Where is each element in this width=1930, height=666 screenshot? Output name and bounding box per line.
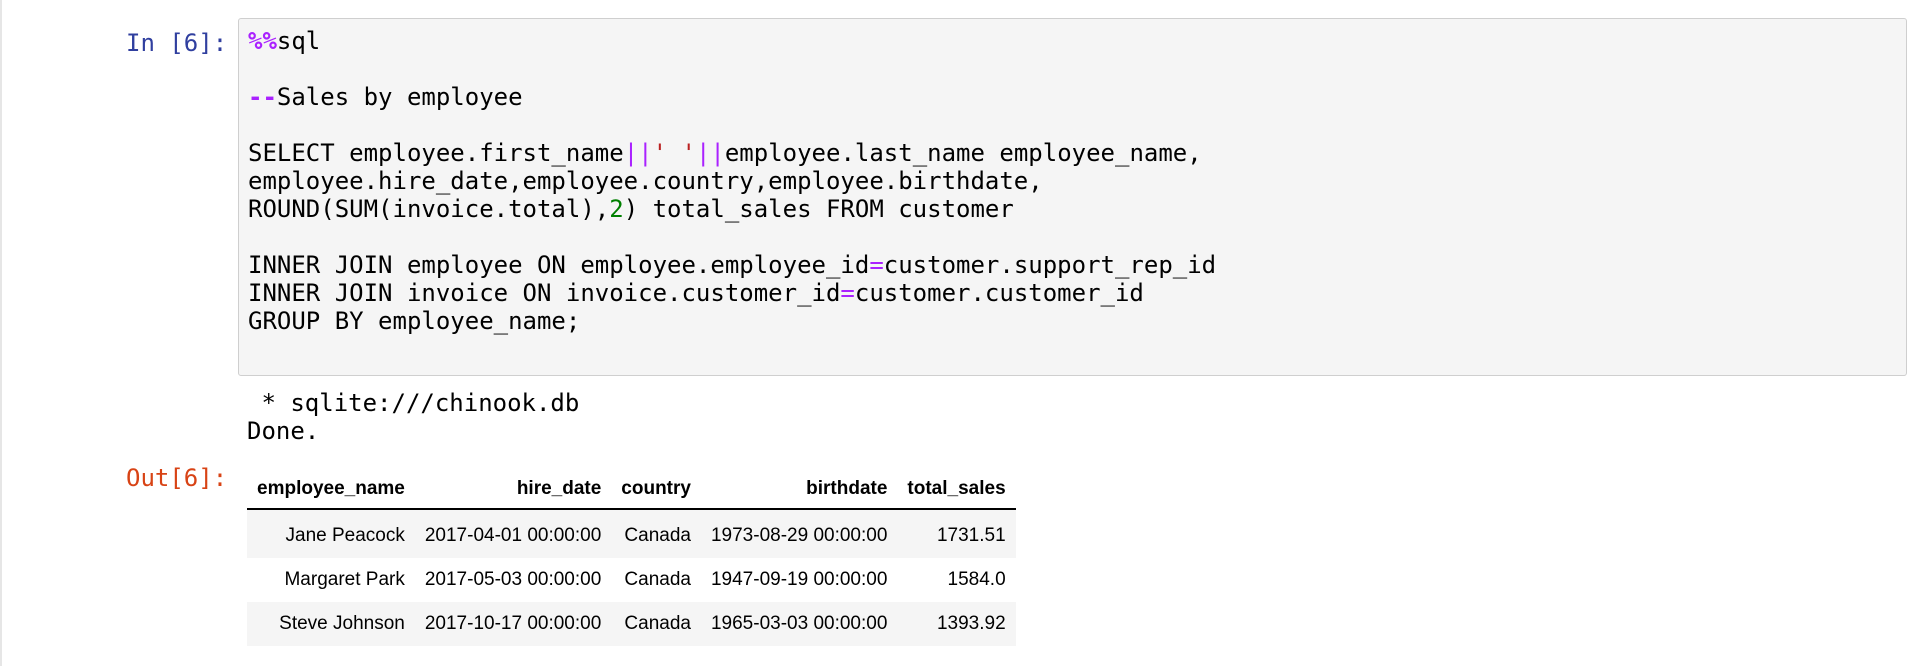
code-token: Sales by employee: [276, 83, 523, 111]
table-cell: 1731.51: [897, 509, 1016, 558]
table-cell: 1584.0: [947, 569, 1006, 590]
table-row: Steve Johnson 2017-10-17 00:00:00 Canada 19…: [247, 602, 1016, 646]
code-cell-editor[interactable]: %%sql --Sales by employee SELECT employee.…: [238, 18, 1907, 376]
table-row: Margaret Park 2017-05-03 00:00:00 Canada 19…: [247, 558, 1016, 602]
code-token: customer.customer_id: [854, 279, 1144, 307]
cell-stdout: * sqlite:///chinook.db Done.: [247, 389, 579, 445]
code-token: --: [248, 83, 277, 111]
table-cell: Canada: [611, 602, 701, 646]
code-token: ' ': [652, 139, 696, 167]
code-token: INNER JOIN employee ON employee.employee…: [248, 251, 870, 279]
code-token: employee.last_name employee_name,: [724, 139, 1202, 167]
code-token: ROUND(SUM(invoice.total),: [248, 195, 610, 223]
code-token: INNER JOIN invoice ON invoice.customer_i…: [248, 279, 841, 307]
code-line: GROUP BY employee_name;: [248, 307, 1216, 335]
code-line: %%sql: [248, 27, 1216, 55]
code-token: GROUP BY employee_name;: [248, 307, 581, 335]
code-token: =: [869, 251, 884, 279]
stdout-line: Done.: [247, 417, 320, 445]
code-line: SELECT employee.first_name||' '||employe…: [248, 139, 1216, 167]
stdout-line: * sqlite:///chinook.db: [247, 389, 580, 417]
table-cell: 1965-03-03 00:00:00: [700, 602, 898, 646]
code-token: =: [840, 279, 855, 307]
table-cell: Jane Peacock: [247, 509, 415, 558]
table-cell: Canada: [611, 509, 701, 558]
code-token: employee.hire_date,employee.country,empl…: [248, 167, 1043, 195]
output-prompt: Out[6]:: [126, 464, 228, 492]
code-token: ||: [623, 139, 653, 167]
code-line: INNER JOIN employee ON employee.employee…: [248, 251, 1216, 279]
column-header: hire_date: [414, 470, 612, 510]
code-token: SELECT employee.first_name: [248, 139, 624, 167]
table-cell: 1393.92: [897, 602, 1016, 646]
column-header: country: [611, 470, 701, 510]
table-cell: 2017-05-03 00:00:00: [424, 569, 602, 590]
code-line: employee.hire_date,employee.country,empl…: [248, 167, 1216, 195]
code-token: sql: [276, 27, 321, 55]
table-cell: 1973-08-29 00:00:00: [700, 509, 898, 558]
sql-code: %%sql --Sales by employee SELECT employee.…: [248, 27, 1216, 335]
table-cell: 2017-04-01 00:00:00: [414, 509, 612, 558]
code-token: %%: [248, 27, 277, 55]
table-cell: Steve Johnson: [247, 602, 415, 646]
table-cell: Margaret Park: [284, 569, 405, 590]
table-row: Jane Peacock 2017-04-01 00:00:00 Canada 197…: [247, 509, 1016, 558]
table-cell: 2017-10-17 00:00:00: [414, 602, 612, 646]
code-line: ROUND(SUM(invoice.total),2) total_sales …: [248, 195, 1216, 223]
column-header: birthdate: [700, 470, 898, 510]
table-cell: 1947-09-19 00:00:00: [710, 569, 888, 590]
code-line: --Sales by employee: [248, 83, 1216, 111]
code-token: ) total_sales FROM customer: [623, 195, 1014, 223]
column-header: employee_name: [247, 470, 415, 510]
column-header: total_sales: [897, 470, 1016, 510]
table-cell: Canada: [624, 569, 691, 590]
code-token: customer.support_rep_id: [883, 251, 1217, 279]
table-header-row: employee_name hire_date country birthdate to…: [247, 470, 1016, 510]
code-token: ||: [695, 139, 725, 167]
result-table: employee_name hire_date country birthdate to…: [247, 470, 1016, 646]
code-token: 2: [609, 195, 624, 223]
input-prompt: In [6]:: [126, 29, 228, 57]
notebook-page: In [6]: %%sql --Sales by employee SELECT e…: [0, 0, 1930, 666]
code-line: INNER JOIN invoice ON invoice.customer_i…: [248, 279, 1216, 307]
